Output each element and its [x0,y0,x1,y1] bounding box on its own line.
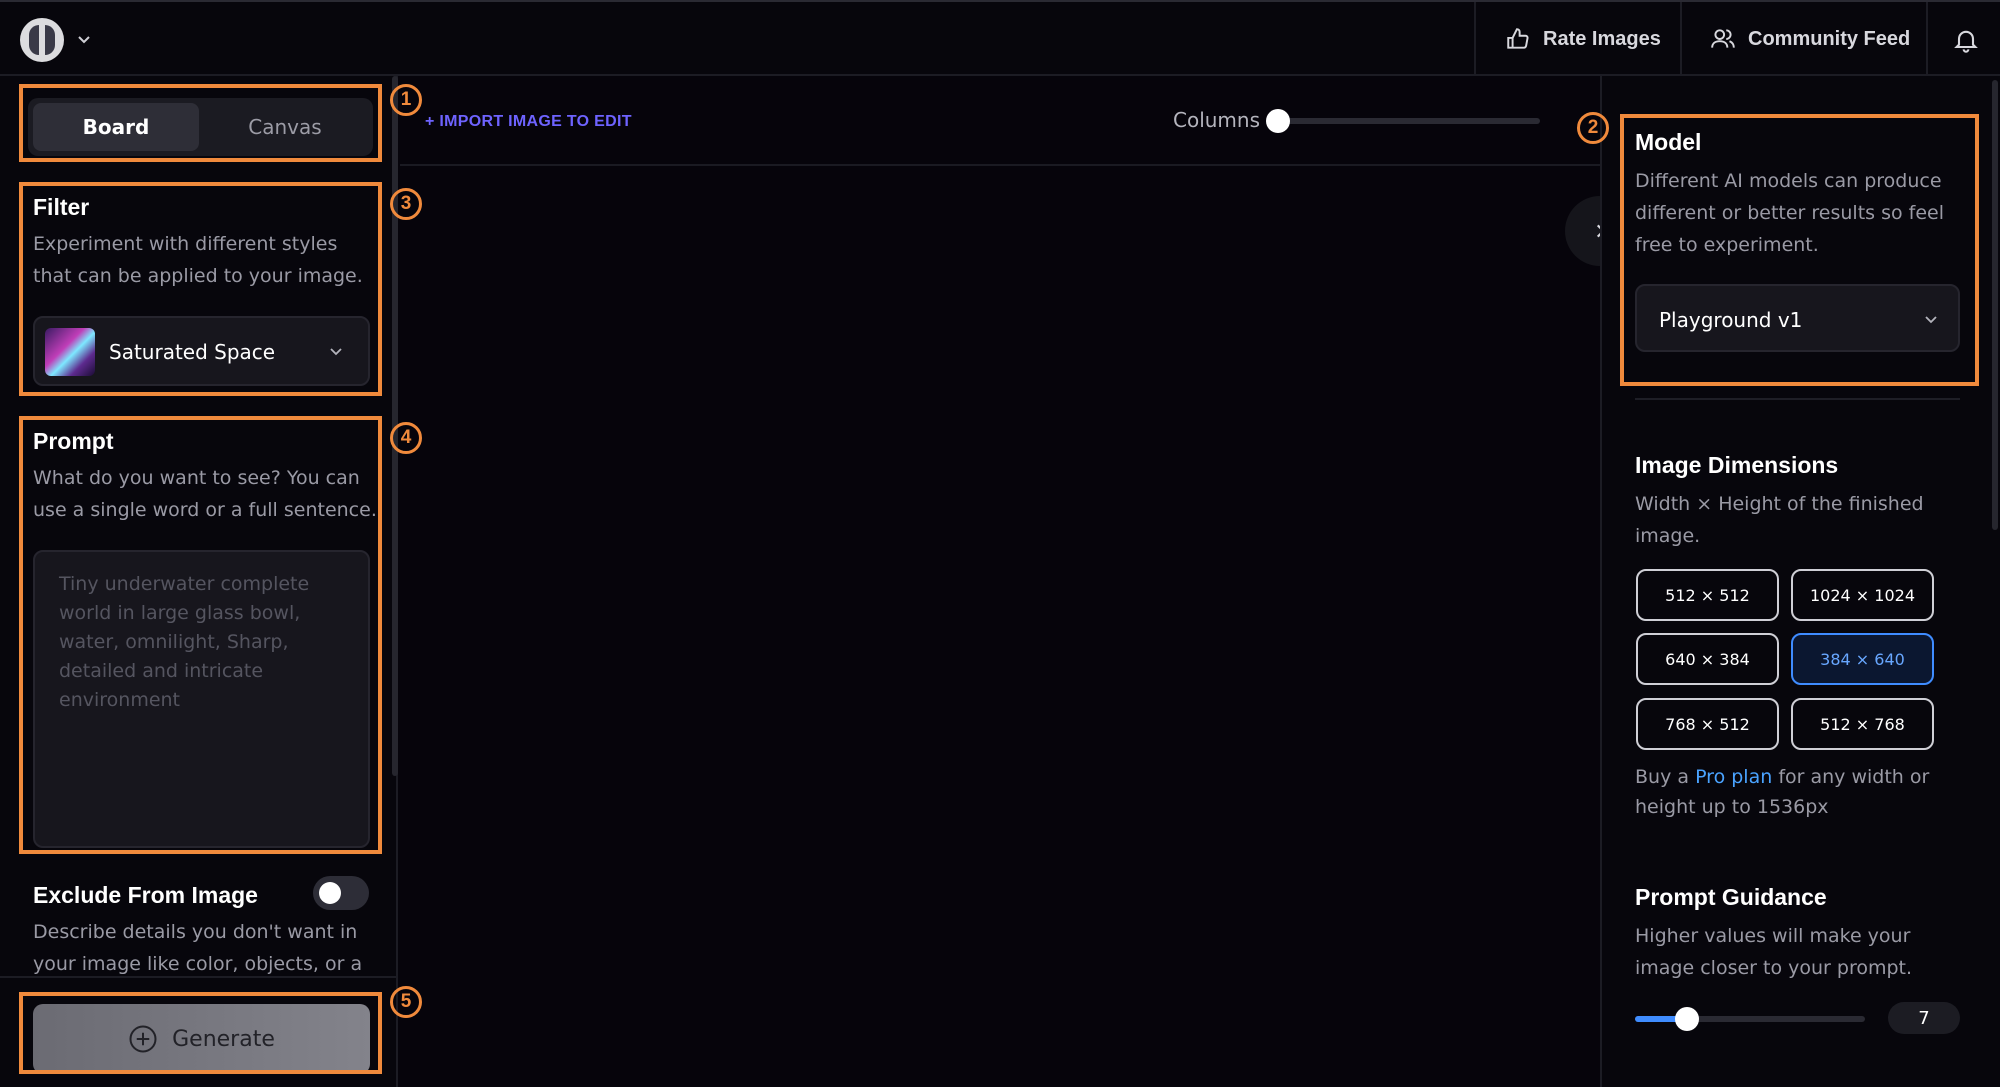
dimension-option[interactable]: 1024 × 1024 [1791,569,1934,621]
top-bar: Rate Images Community Feed [0,0,2000,76]
annotation-box-4 [19,416,382,854]
exclude-description: Describe details you don't want in your … [33,921,363,975]
pro-plan-note: Buy a Pro plan for any width or height u… [1635,762,1955,822]
section-divider [1635,398,1960,400]
community-feed-label: Community Feed [1748,27,1911,50]
annotation-badge-5: 5 [390,986,422,1018]
annotation-box-3 [19,182,382,396]
annotation-badge-3: 3 [390,188,422,220]
bell-icon[interactable] [1952,26,1980,54]
annotation-badge-1: 1 [390,84,422,116]
annotation-box-2 [1620,114,1979,386]
columns-slider-track[interactable] [1278,118,1540,124]
top-divider [1926,2,1928,76]
exclude-toggle[interactable] [313,876,369,910]
guidance-slider-handle[interactable] [1675,1007,1699,1031]
community-feed-button[interactable]: Community Feed [1710,2,1910,76]
users-icon [1711,29,1735,48]
chevron-down-icon[interactable] [76,32,92,48]
thumbs-up-icon [1507,28,1529,49]
app-logo-icon[interactable] [20,18,64,62]
top-divider [1680,2,1682,76]
rate-images-label: Rate Images [1543,27,1661,50]
dimension-option[interactable]: 512 × 512 [1636,569,1779,621]
pro-plan-link[interactable]: Pro plan [1695,766,1772,788]
guidance-description: Higher values will make your image close… [1635,925,1913,979]
guidance-value[interactable]: 7 [1888,1002,1960,1034]
dimensions-title: Image Dimensions [1635,452,1839,478]
dimension-option-selected[interactable]: 384 × 640 [1791,633,1934,685]
exclude-title: Exclude From Image [33,882,258,908]
annotation-box-5 [19,992,382,1074]
columns-slider-handle[interactable] [1266,109,1290,133]
import-image-link[interactable]: + IMPORT IMAGE TO EDIT [425,113,632,131]
pro-note-prefix: Buy a [1635,766,1690,788]
right-scrollbar[interactable] [1992,80,1998,530]
columns-label: Columns [1173,108,1261,132]
dimensions-description: Width × Height of the finished image. [1635,493,1924,547]
annotation-box-1 [19,84,382,162]
annotation-badge-2: 2 [1577,112,1609,144]
dimension-option[interactable]: 512 × 768 [1791,698,1934,750]
top-divider [1474,2,1476,76]
guidance-title: Prompt Guidance [1635,884,1827,910]
dimension-option[interactable]: 768 × 512 [1636,698,1779,750]
annotation-badge-4: 4 [390,422,422,454]
rate-images-button[interactable]: Rate Images [1505,2,1661,76]
dimension-option[interactable]: 640 × 384 [1636,633,1779,685]
